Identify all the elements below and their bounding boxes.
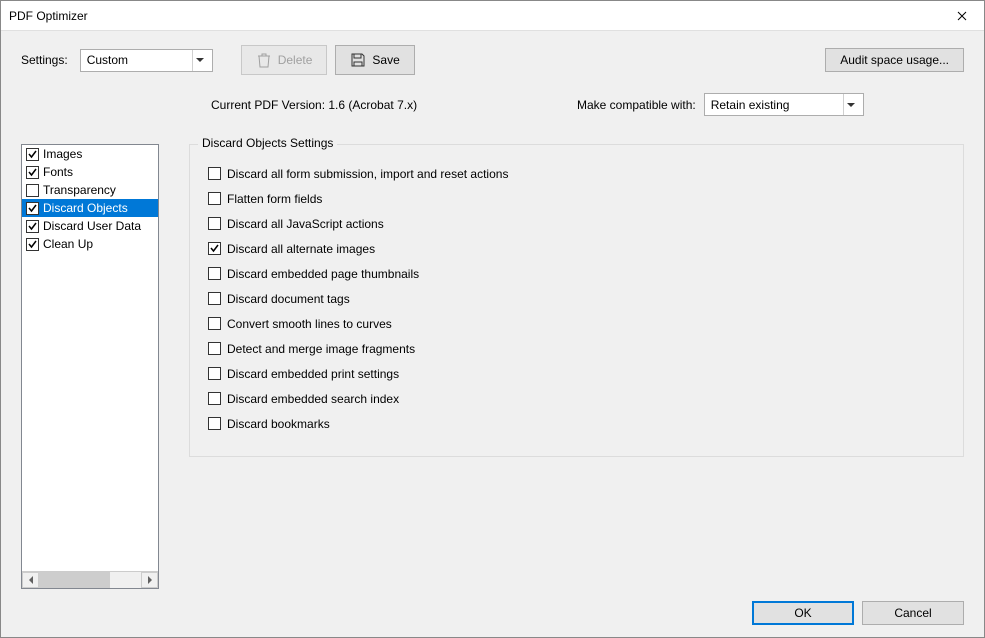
option-checkbox[interactable]: Discard embedded page thumbnails <box>208 261 945 286</box>
chevron-down-icon <box>843 94 859 115</box>
checkbox-icon <box>26 238 39 251</box>
sidebar-item-label: Fonts <box>43 165 73 179</box>
checkbox-icon <box>26 184 39 197</box>
option-label: Discard embedded print settings <box>227 367 399 381</box>
audit-button-label: Audit space usage... <box>840 53 949 67</box>
chevron-down-icon <box>192 50 208 71</box>
close-icon <box>957 11 967 21</box>
ok-button[interactable]: OK <box>752 601 854 625</box>
compat-combo[interactable]: Retain existing <box>704 93 864 116</box>
sidebar-item[interactable]: Images <box>22 145 158 163</box>
option-label: Discard all JavaScript actions <box>227 217 384 231</box>
option-label: Discard bookmarks <box>227 417 330 431</box>
category-listbox[interactable]: Images Fonts Transparency Discard Objects Di… <box>21 144 159 589</box>
checkbox-icon <box>26 166 39 179</box>
option-checkbox[interactable]: Discard embedded print settings <box>208 361 945 386</box>
checkbox-icon <box>208 392 221 405</box>
sidebar-item-label: Discard User Data <box>43 219 141 233</box>
checkbox-icon <box>208 417 221 430</box>
audit-button[interactable]: Audit space usage... <box>825 48 964 72</box>
checkbox-icon <box>26 202 39 215</box>
scroll-left-arrow[interactable] <box>22 572 39 588</box>
option-checkbox[interactable]: Flatten form fields <box>208 186 945 211</box>
option-label: Discard all alternate images <box>227 242 375 256</box>
settings-combo[interactable]: Custom <box>80 49 213 72</box>
checkbox-icon <box>208 242 221 255</box>
horizontal-scrollbar[interactable] <box>22 571 158 588</box>
sidebar-item[interactable]: Transparency <box>22 181 158 199</box>
checkbox-icon <box>26 220 39 233</box>
settings-label: Settings: <box>21 53 68 67</box>
save-button-label: Save <box>372 53 399 67</box>
sidebar-item[interactable]: Discard User Data <box>22 217 158 235</box>
option-checkbox[interactable]: Discard bookmarks <box>208 411 945 436</box>
sidebar-item-label: Clean Up <box>43 237 93 251</box>
dialog-button-bar: OK Cancel <box>21 589 964 625</box>
sidebar-item[interactable]: Clean Up <box>22 235 158 253</box>
cancel-button[interactable]: Cancel <box>862 601 964 625</box>
option-label: Discard embedded search index <box>227 392 399 406</box>
option-label: Detect and merge image fragments <box>227 342 415 356</box>
option-checkbox[interactable]: Discard all JavaScript actions <box>208 211 945 236</box>
save-icon <box>350 52 366 68</box>
sidebar-item-label: Images <box>43 147 82 161</box>
scroll-thumb[interactable] <box>39 572 110 588</box>
option-checkbox[interactable]: Discard embedded search index <box>208 386 945 411</box>
category-sidebar: Images Fonts Transparency Discard Objects Di… <box>21 144 159 589</box>
checkbox-icon <box>208 217 221 230</box>
scroll-right-arrow[interactable] <box>141 572 158 588</box>
info-row: Current PDF Version: 1.6 (Acrobat 7.x) M… <box>21 93 964 116</box>
close-button[interactable] <box>939 1 984 30</box>
toolbar: Settings: Custom Delete Save <box>21 45 964 75</box>
checkbox-icon <box>208 317 221 330</box>
window-title: PDF Optimizer <box>9 9 939 23</box>
checkbox-icon <box>208 167 221 180</box>
sidebar-item[interactable]: Discard Objects <box>22 199 158 217</box>
checkbox-icon <box>208 267 221 280</box>
sidebar-item-label: Transparency <box>43 183 116 197</box>
option-label: Discard all form submission, import and … <box>227 167 508 181</box>
save-button[interactable]: Save <box>335 45 414 75</box>
option-label: Flatten form fields <box>227 192 322 206</box>
checkbox-icon <box>208 192 221 205</box>
trash-icon <box>256 52 272 68</box>
titlebar: PDF Optimizer <box>1 1 984 31</box>
settings-panel: Discard Objects Settings Discard all for… <box>189 144 964 589</box>
dialog-window: PDF Optimizer Settings: Custom Delete <box>0 0 985 638</box>
checkbox-icon <box>208 292 221 305</box>
scroll-track[interactable] <box>39 572 141 588</box>
option-checkbox[interactable]: Convert smooth lines to curves <box>208 311 945 336</box>
option-checkbox[interactable]: Discard all form submission, import and … <box>208 161 945 186</box>
cancel-button-label: Cancel <box>894 606 931 620</box>
current-version-label: Current PDF Version: 1.6 (Acrobat 7.x) <box>211 98 501 112</box>
sidebar-item-label: Discard Objects <box>43 201 128 215</box>
option-label: Discard embedded page thumbnails <box>227 267 419 281</box>
checkbox-icon <box>26 148 39 161</box>
option-checkbox[interactable]: Discard all alternate images <box>208 236 945 261</box>
option-label: Discard document tags <box>227 292 350 306</box>
settings-combo-value: Custom <box>87 53 192 67</box>
compat-label: Make compatible with: <box>577 98 696 112</box>
checkbox-icon <box>208 367 221 380</box>
delete-button-label: Delete <box>278 53 313 67</box>
sidebar-item[interactable]: Fonts <box>22 163 158 181</box>
option-checkbox[interactable]: Discard document tags <box>208 286 945 311</box>
checkbox-icon <box>208 342 221 355</box>
option-label: Convert smooth lines to curves <box>227 317 392 331</box>
ok-button-label: OK <box>794 606 811 620</box>
discard-objects-group: Discard Objects Settings Discard all for… <box>189 144 964 457</box>
group-title: Discard Objects Settings <box>198 136 337 150</box>
content-area: Settings: Custom Delete Save <box>1 31 984 637</box>
delete-button: Delete <box>241 45 328 75</box>
compat-combo-value: Retain existing <box>711 98 843 112</box>
option-checkbox[interactable]: Detect and merge image fragments <box>208 336 945 361</box>
main-area: Images Fonts Transparency Discard Objects Di… <box>21 144 964 589</box>
